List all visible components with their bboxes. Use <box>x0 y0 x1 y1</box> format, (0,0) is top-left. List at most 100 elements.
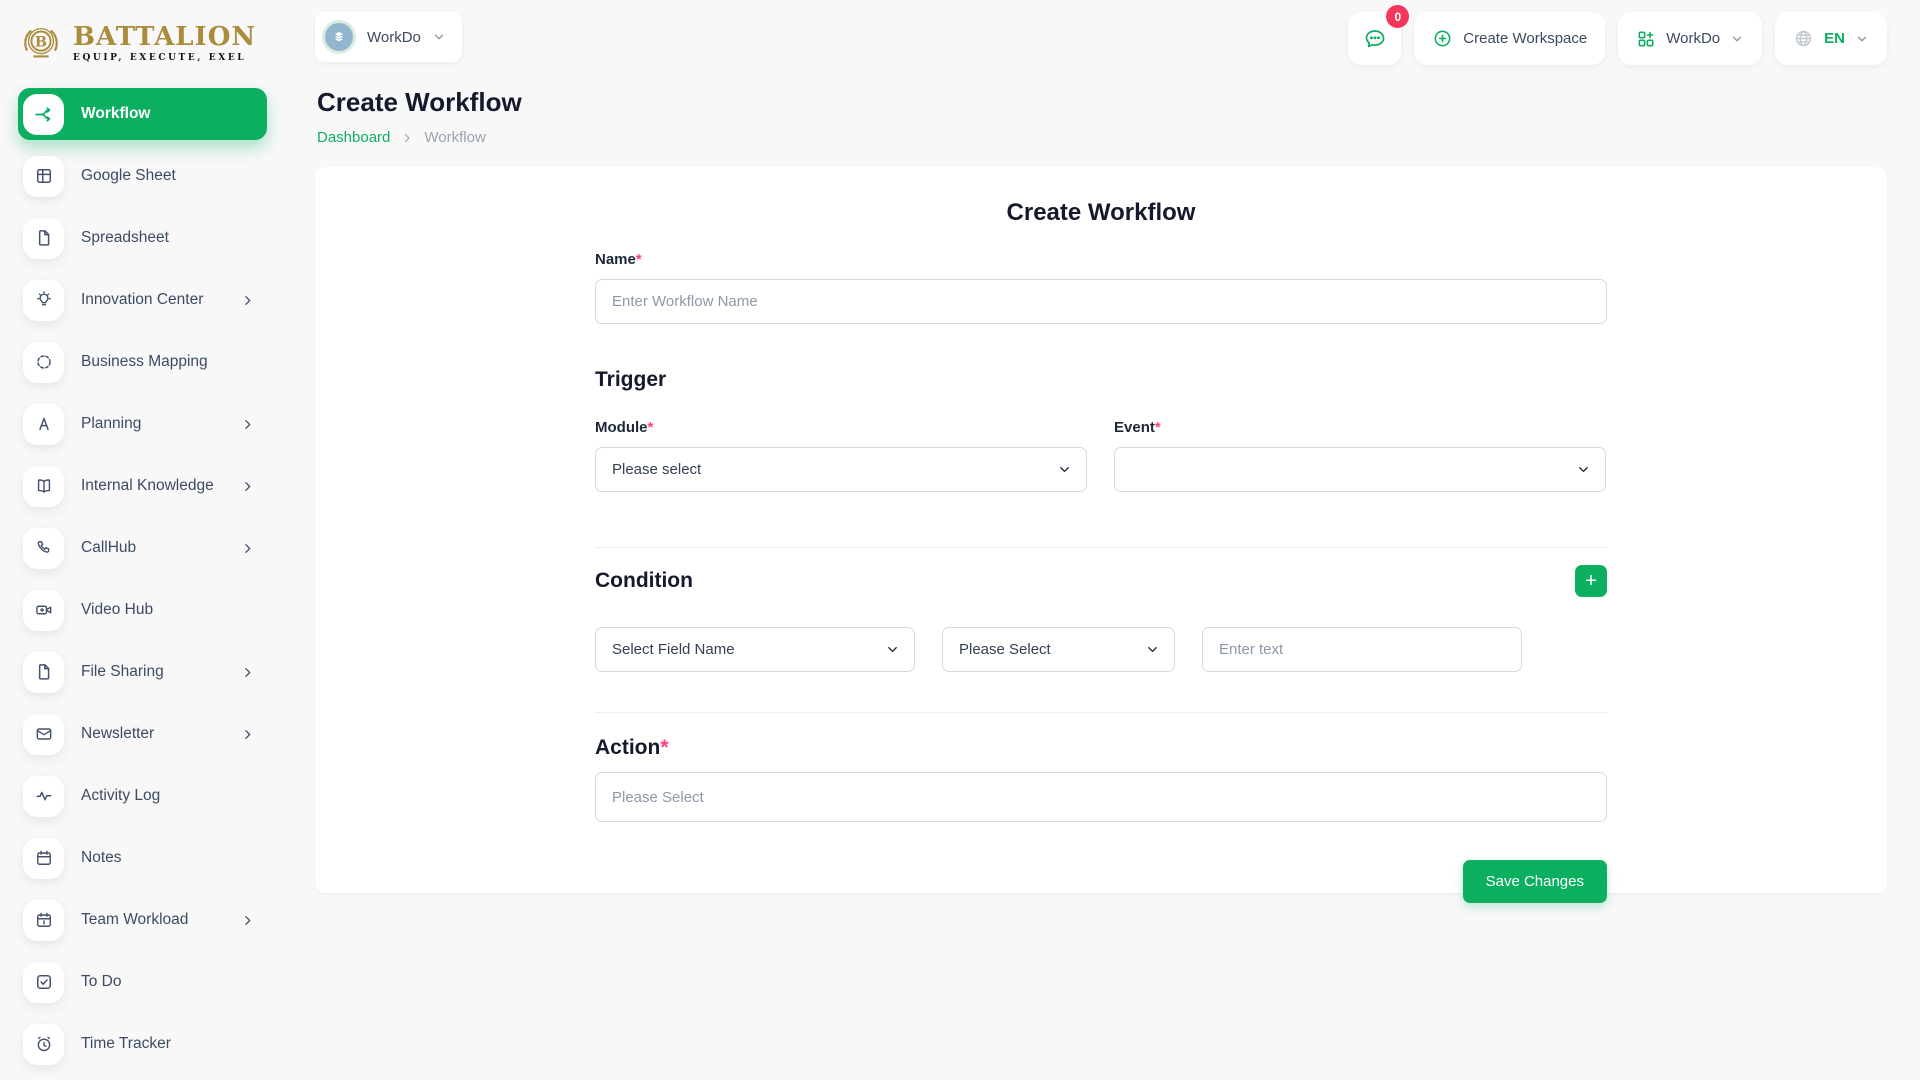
svg-text:B: B <box>35 34 47 50</box>
sidebar: B BATTALION EQUIP, EXECUTE, EXEL Workflo… <box>0 0 285 1080</box>
plus-icon: + <box>1585 570 1597 592</box>
messages-badge: 0 <box>1386 5 1410 28</box>
sidebar-item-callhub[interactable]: CallHub <box>18 522 267 574</box>
chevron-down-icon <box>1145 642 1160 657</box>
sidebar-item-google-sheet[interactable]: Google Sheet <box>18 150 267 202</box>
topbar-actions: 0 Create Workspace WorkDo EN <box>1348 5 1887 65</box>
activity-icon <box>23 775 64 817</box>
sidebar-item-innovation-center[interactable]: Innovation Center <box>18 274 267 326</box>
globe-icon <box>1793 28 1814 49</box>
sidebar-item-notes[interactable]: Notes <box>18 832 267 884</box>
workspace-selector[interactable]: WorkDo <box>315 12 462 62</box>
sidebar-item-time-tracker[interactable]: Time Tracker <box>18 1018 267 1070</box>
chevron-down-icon <box>1730 32 1744 46</box>
name-label: Name* <box>595 251 642 268</box>
video-camera-icon <box>23 589 64 631</box>
condition-value-input[interactable] <box>1202 627 1522 672</box>
form-title: Create Workflow <box>1006 199 1196 226</box>
create-workflow-card: Create Workflow Name* Trigger Module* Pl… <box>315 167 1887 903</box>
sidebar-item-video-hub[interactable]: Video Hub <box>18 584 267 636</box>
workflow-icon <box>23 93 64 135</box>
chevron-right-icon <box>241 728 254 741</box>
messages-button[interactable]: 0 <box>1348 5 1410 65</box>
chevron-right-icon <box>241 542 254 555</box>
calendar-icon <box>23 899 64 941</box>
breadcrumb-current: Workflow <box>424 129 486 146</box>
trigger-heading: Trigger <box>595 368 667 391</box>
create-workspace-button[interactable]: Create Workspace <box>1414 12 1606 65</box>
breadcrumb: Dashboard Workflow <box>317 129 1887 146</box>
condition-operator-value: Please Select <box>959 641 1051 658</box>
chevron-right-icon <box>241 480 254 493</box>
laurel-emblem-icon: B <box>18 20 64 66</box>
condition-field-select[interactable]: Select Field Name <box>595 627 915 672</box>
sidebar-item-planning[interactable]: Planning <box>18 398 267 450</box>
check-square-icon <box>23 961 64 1003</box>
grid-plus-icon <box>1636 29 1656 49</box>
lightbulb-icon <box>23 279 64 321</box>
required-marker: * <box>647 419 654 436</box>
file-icon <box>23 217 64 259</box>
condition-operator-select[interactable]: Please Select <box>942 627 1175 672</box>
chevron-down-icon <box>1576 462 1591 477</box>
file-icon <box>23 651 64 693</box>
dashed-circle-icon <box>23 341 64 383</box>
envelope-icon <box>23 713 64 755</box>
main-content: WorkDo 0 Create Workspace WorkDo EN Crea… <box>285 0 1920 903</box>
chevron-right-icon <box>401 132 413 144</box>
module-select[interactable]: Please select <box>595 447 1087 492</box>
sidebar-item-internal-knowledge[interactable]: Internal Knowledge <box>18 460 267 512</box>
breadcrumb-dashboard-link[interactable]: Dashboard <box>317 129 390 146</box>
sidebar-item-to-do[interactable]: To Do <box>18 956 267 1008</box>
divider <box>595 547 1607 548</box>
brand-logo[interactable]: B BATTALION EQUIP, EXECUTE, EXEL <box>18 14 285 72</box>
workflow-name-input[interactable] <box>595 279 1607 324</box>
chevron-right-icon <box>241 418 254 431</box>
event-select[interactable] <box>1114 447 1606 492</box>
required-marker: * <box>1154 419 1161 436</box>
workdo-apps-button[interactable]: WorkDo <box>1618 12 1763 65</box>
module-label: Module* <box>595 419 654 436</box>
open-book-icon <box>23 465 64 507</box>
sidebar-item-team-workload[interactable]: Team Workload <box>18 894 267 946</box>
module-select-value: Please select <box>612 461 702 478</box>
letter-a-icon <box>23 403 64 445</box>
sidebar-item-business-mapping[interactable]: Business Mapping <box>18 336 267 388</box>
plus-circle-icon <box>1432 28 1453 49</box>
brand-name: BATTALION <box>73 21 257 52</box>
chevron-right-icon <box>241 914 254 927</box>
chevron-down-icon <box>1855 32 1869 46</box>
save-changes-button[interactable]: Save Changes <box>1462 860 1607 903</box>
page-title: Create Workflow <box>317 87 522 117</box>
sidebar-item-activity-log[interactable]: Activity Log <box>18 770 267 822</box>
sidebar-item-spreadsheet[interactable]: Spreadsheet <box>18 212 267 264</box>
event-label: Event* <box>1114 419 1161 436</box>
brand-tagline: EQUIP, EXECUTE, EXEL <box>73 52 247 63</box>
action-select-input[interactable] <box>595 772 1607 822</box>
sidebar-item-newsletter[interactable]: Newsletter <box>18 708 267 760</box>
language-selector[interactable]: EN <box>1775 12 1887 65</box>
required-marker: * <box>660 736 669 759</box>
add-condition-button[interactable]: + <box>1575 565 1607 597</box>
alarm-clock-icon <box>23 1023 64 1065</box>
chevron-right-icon <box>241 294 254 307</box>
sidebar-nav: Workflow Google Sheet Spreadsheet Innova… <box>18 88 267 1070</box>
sidebar-item-file-sharing[interactable]: File Sharing <box>18 646 267 698</box>
table-icon <box>23 155 64 197</box>
sidebar-item-workflow[interactable]: Workflow <box>18 88 267 140</box>
phone-icon <box>23 527 64 569</box>
topbar: WorkDo 0 Create Workspace WorkDo EN <box>315 5 1887 65</box>
calendar-icon <box>23 837 64 879</box>
workspace-avatar <box>322 20 356 54</box>
divider <box>595 712 1607 713</box>
chat-bubble-icon <box>1362 26 1388 52</box>
required-marker: * <box>635 251 642 268</box>
language-code: EN <box>1824 30 1845 47</box>
chevron-down-icon <box>1057 462 1072 477</box>
action-heading: Action* <box>595 736 669 759</box>
workspace-name: WorkDo <box>367 28 421 46</box>
chevron-right-icon <box>241 666 254 679</box>
condition-field-value: Select Field Name <box>612 641 735 658</box>
chevron-down-icon <box>885 642 900 657</box>
chevron-down-icon <box>432 30 446 44</box>
